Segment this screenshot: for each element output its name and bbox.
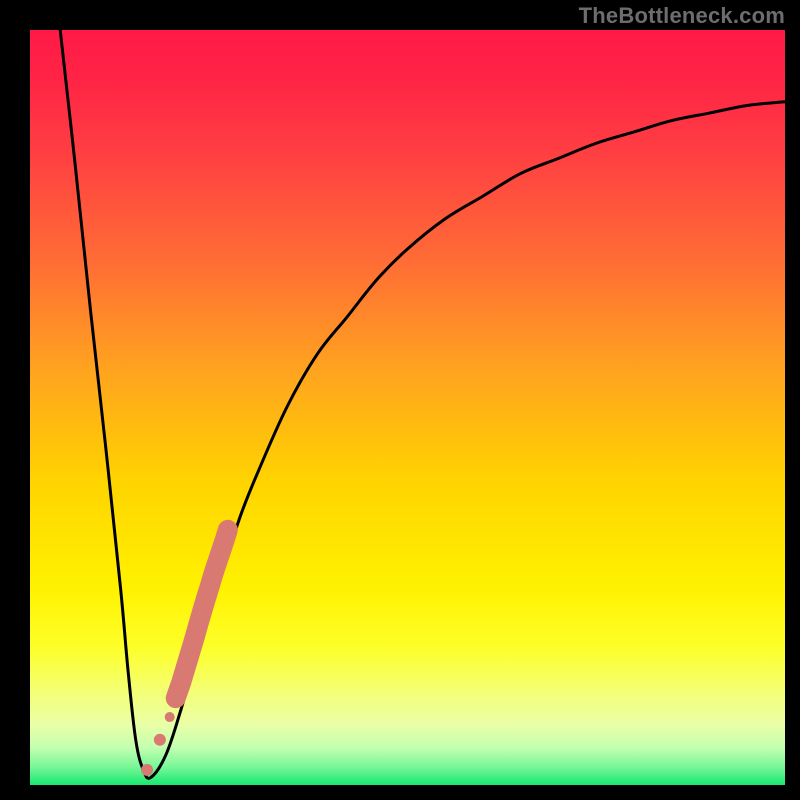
bottleneck-curve <box>60 30 785 778</box>
highlighted-segment <box>176 530 228 698</box>
plot-area <box>30 30 785 785</box>
chart-frame: TheBottleneck.com <box>0 0 800 800</box>
highlighted-point <box>165 712 175 722</box>
highlighted-point <box>141 764 153 776</box>
watermark-text: TheBottleneck.com <box>579 3 785 29</box>
chart-overlay-svg <box>30 30 785 785</box>
highlighted-point <box>154 734 166 746</box>
